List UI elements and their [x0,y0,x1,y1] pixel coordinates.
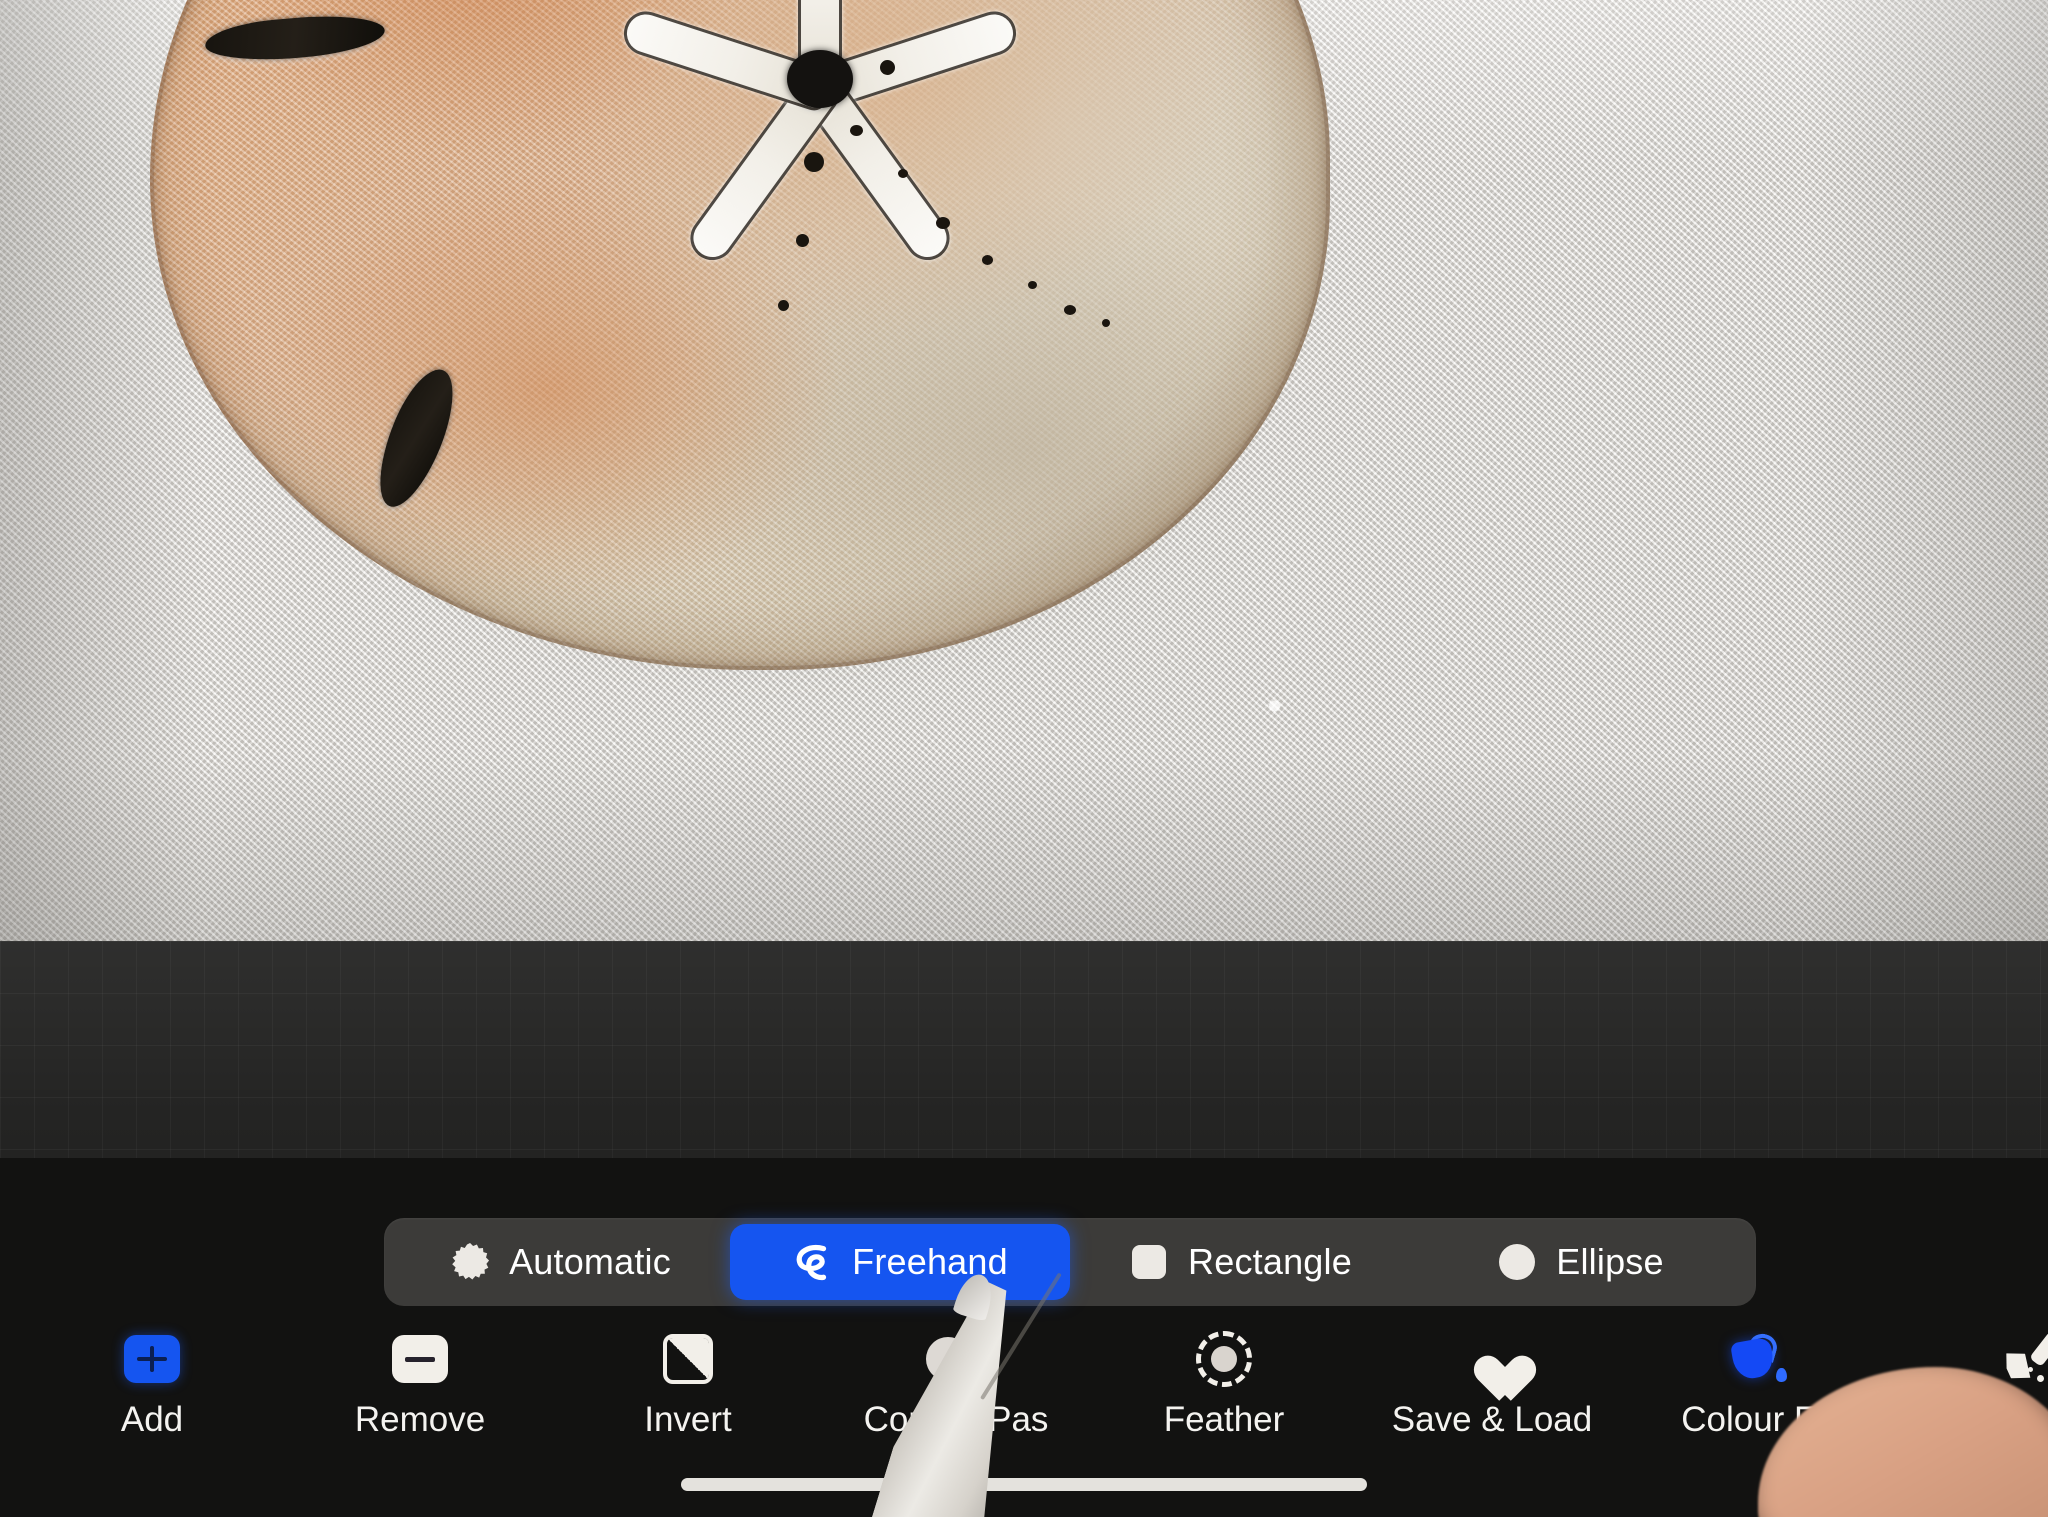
selection-shape-segmented-control[interactable]: Automatic Freehand Rectangle Ellipse [384,1218,1756,1306]
segment-rectangle[interactable]: Rectangle [1070,1224,1410,1300]
action-copy-paste[interactable]: Copy & Pas [822,1330,1090,1440]
circle-icon [1496,1241,1538,1283]
shell-speckles [840,105,1180,365]
action-save-load[interactable]: Save & Load [1358,1330,1626,1440]
paint-bucket-icon [1730,1330,1790,1388]
artwork-canvas-image[interactable] [0,0,2048,941]
heart-icon [1462,1330,1522,1388]
brush-icon [1998,1330,2048,1388]
segment-automatic-label: Automatic [509,1241,671,1282]
lasso-icon [792,1241,834,1283]
segment-freehand[interactable]: Freehand [730,1224,1070,1300]
action-feather-label: Feather [1163,1400,1285,1439]
plus-square-icon [122,1330,182,1388]
home-indicator[interactable] [681,1478,1367,1491]
tiny-hole [880,60,895,75]
starburst-icon [449,1241,491,1283]
action-add-label: Add [120,1400,184,1439]
tiny-hole [804,152,824,172]
star-centre-hole [787,50,853,108]
minus-square-icon [390,1330,450,1388]
segment-freehand-label: Freehand [852,1241,1008,1282]
action-remove-label: Remove [354,1400,486,1439]
segment-rectangle-label: Rectangle [1188,1241,1352,1282]
segment-ellipse[interactable]: Ellipse [1410,1224,1750,1300]
tiny-hole [778,300,789,311]
action-remove[interactable]: Remove [286,1330,554,1440]
action-invert-label: Invert [644,1400,732,1439]
action-save-load-label: Save & Load [1391,1400,1593,1439]
segment-automatic[interactable]: Automatic [390,1224,730,1300]
action-add[interactable]: Add [18,1330,286,1440]
action-invert[interactable]: Invert [554,1330,822,1440]
device-screen: Automatic Freehand Rectangle Ellipse Add… [0,0,2048,1517]
two-circles-icon [926,1330,988,1388]
segment-ellipse-label: Ellipse [1556,1241,1664,1282]
action-copy-paste-label: Copy & Pas [863,1400,1049,1439]
selection-action-bar: Add Remove Invert Copy & Pas Feather Sav… [0,1330,2048,1465]
invert-square-icon [658,1330,718,1388]
action-feather[interactable]: Feather [1090,1330,1358,1440]
tiny-hole [796,234,809,247]
dashed-circle-icon [1194,1330,1254,1388]
square-icon [1128,1241,1170,1283]
